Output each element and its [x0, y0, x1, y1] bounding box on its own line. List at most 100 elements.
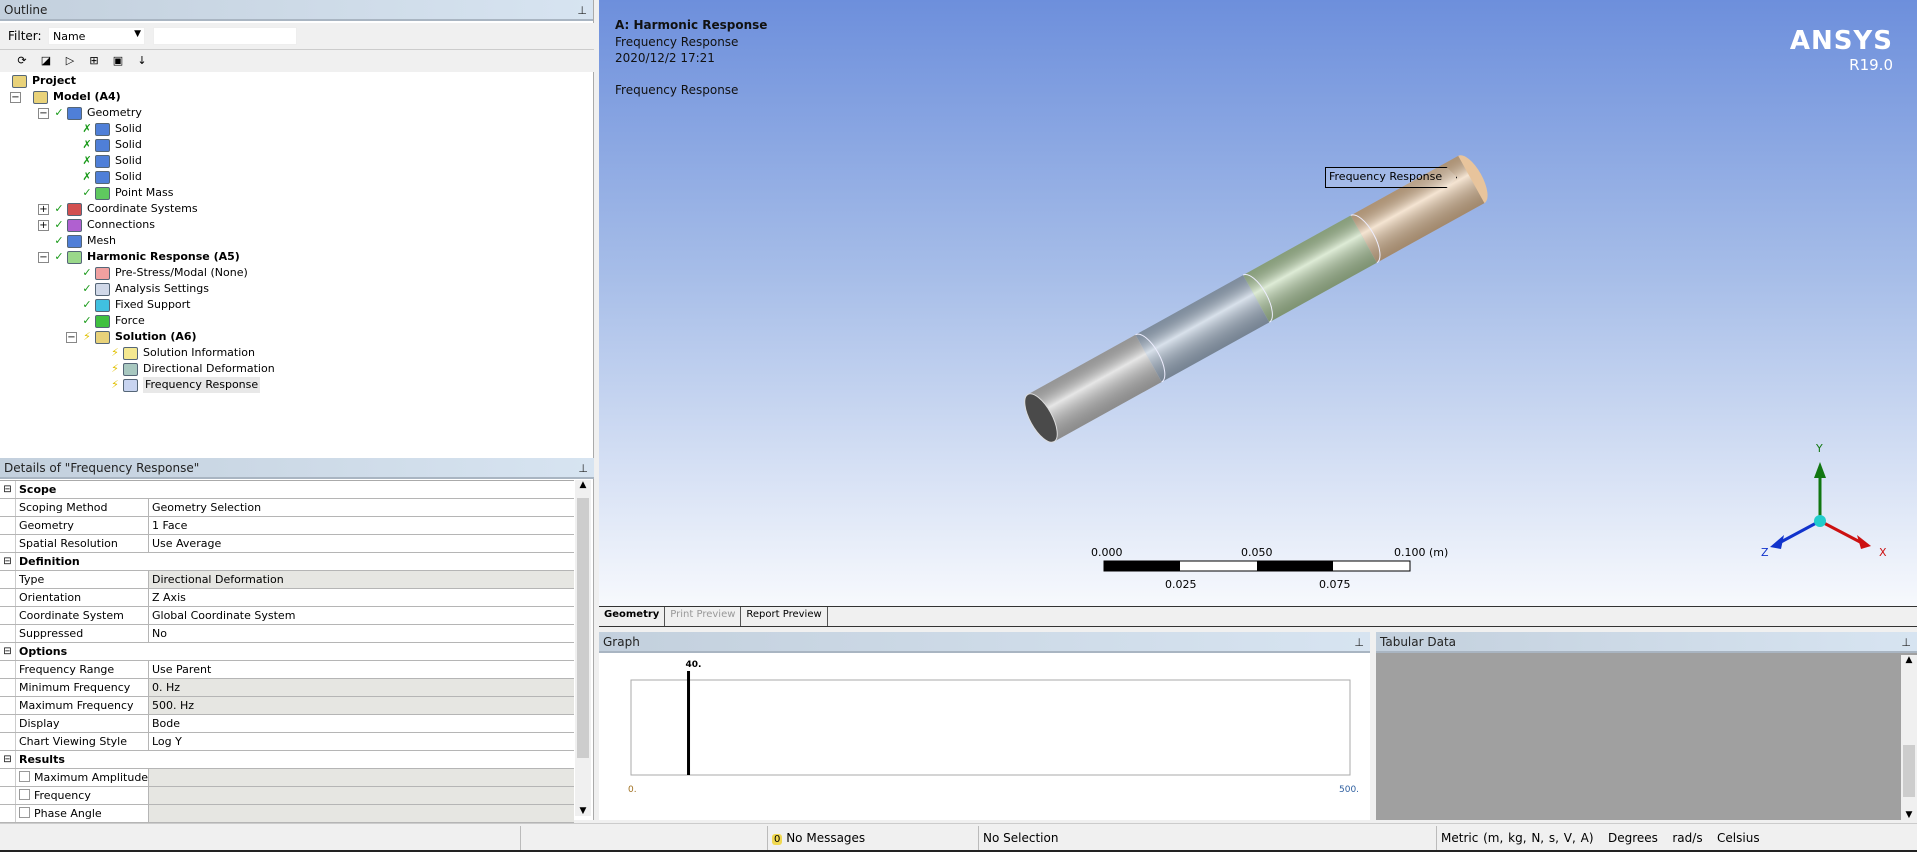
graph-chart[interactable]: 40. 0. 500.	[599, 632, 1370, 820]
details-row[interactable]: Maximum Amplitude	[0, 769, 574, 787]
axis-triad[interactable]: Y X Z	[1761, 442, 1887, 559]
property-value[interactable]	[149, 769, 574, 786]
expand-icon[interactable]: +	[38, 203, 49, 215]
property-value[interactable]: Geometry Selection	[149, 499, 574, 516]
filter-label: Filter:	[8, 29, 42, 43]
scrollbar-thumb[interactable]	[577, 498, 589, 758]
collapse-icon[interactable]: −	[38, 251, 49, 263]
property-value[interactable]: Global Coordinate System	[149, 607, 574, 624]
details-row[interactable]: Minimum Frequency 0. Hz	[0, 679, 574, 697]
scroll-down-icon[interactable]: ▼	[1901, 810, 1917, 820]
tree-item[interactable]: − ✓ Harmonic Response (A5)	[0, 249, 594, 265]
tree-item[interactable]: − ⚡ Solution (A6)	[0, 329, 594, 345]
status-messages[interactable]: 0 No Messages	[767, 826, 978, 850]
cylinder-body[interactable]	[1018, 151, 1494, 447]
tree-item[interactable]: ✗ Solid	[0, 137, 594, 153]
collapse-icon[interactable]: −	[66, 331, 77, 343]
details-row[interactable]: Frequency	[0, 787, 574, 805]
scroll-up-icon[interactable]: ▲	[1901, 655, 1917, 665]
parameter-checkbox[interactable]	[19, 771, 30, 782]
refresh-icon[interactable]: ⟳	[14, 53, 30, 69]
property-value[interactable]: 0. Hz	[149, 679, 574, 696]
eraser-icon[interactable]: ◪	[38, 53, 54, 69]
tree-item[interactable]: ⚡ Frequency Response	[0, 377, 594, 393]
property-name-text: Geometry	[19, 519, 74, 532]
filter-select[interactable]: Name ▼	[48, 27, 145, 45]
property-value[interactable]: Use Average	[149, 535, 574, 552]
tree-item[interactable]: ⚡ Solution Information	[0, 345, 594, 361]
filter-input[interactable]	[153, 27, 297, 45]
details-row[interactable]: Scoping Method Geometry Selection	[0, 499, 574, 517]
collapse-icon[interactable]: ⊟	[0, 553, 16, 570]
pin-icon[interactable]: ⊥	[578, 458, 588, 479]
details-row[interactable]: Display Bode	[0, 715, 574, 733]
details-row[interactable]: Suppressed No	[0, 625, 574, 643]
details-row[interactable]: Chart Viewing Style Log Y	[0, 733, 574, 751]
details-section[interactable]: ⊟ Scope	[0, 481, 574, 499]
tree-item[interactable]: ✗ Solid	[0, 169, 594, 185]
parameter-checkbox[interactable]	[19, 807, 30, 818]
details-row[interactable]: Coordinate System Global Coordinate Syste…	[0, 607, 574, 625]
scrollbar-thumb[interactable]	[1903, 745, 1915, 797]
property-value[interactable]: Log Y	[149, 733, 574, 750]
tree-item[interactable]: + ✓ Coordinate Systems	[0, 201, 594, 217]
tree-item[interactable]: ✓ Fixed Support	[0, 297, 594, 313]
tree-item[interactable]: ✗ Solid	[0, 121, 594, 137]
tree-item[interactable]: Project	[0, 73, 594, 89]
tree-item[interactable]: − ✓ Geometry	[0, 105, 594, 121]
tree-item[interactable]: ✓ Analysis Settings	[0, 281, 594, 297]
result-annotation[interactable]: Frequency Response	[1325, 167, 1458, 188]
property-value[interactable]	[149, 805, 574, 822]
tree-item[interactable]: ✓ Point Mass	[0, 185, 594, 201]
geometry-viewport[interactable]: A: Harmonic Response Frequency Response …	[599, 0, 1917, 606]
expand-icon[interactable]: +	[38, 219, 49, 231]
collapse-icon[interactable]: −	[38, 107, 49, 119]
property-value[interactable]: 500. Hz	[149, 697, 574, 714]
details-row[interactable]: Geometry 1 Face	[0, 517, 574, 535]
folder-icon[interactable]: ▣	[110, 53, 126, 69]
scroll-up-icon[interactable]: ▲	[575, 480, 591, 490]
tree-item[interactable]: + ✓ Connections	[0, 217, 594, 233]
collapse-icon[interactable]: −	[10, 91, 21, 103]
details-row[interactable]: Orientation Z Axis	[0, 589, 574, 607]
details-row[interactable]: Maximum Frequency 500. Hz	[0, 697, 574, 715]
tabular-scrollbar[interactable]: ▲ ▼	[1901, 655, 1917, 820]
tab-geometry[interactable]: Geometry	[599, 607, 666, 626]
details-section[interactable]: ⊟ Results	[0, 751, 574, 769]
property-value[interactable]: Use Parent	[149, 661, 574, 678]
property-value[interactable]: Directional Deformation	[149, 571, 574, 588]
details-row[interactable]: Phase Angle	[0, 805, 574, 823]
expand-all-icon[interactable]: ⊞	[86, 53, 102, 69]
collapse-icon[interactable]: ⊟	[0, 481, 16, 498]
details-section[interactable]: ⊟ Options	[0, 643, 574, 661]
details-scrollbar[interactable]: ▲ ▼	[575, 480, 591, 816]
tree-item[interactable]: ✓ Force	[0, 313, 594, 329]
details-row[interactable]: Spatial Resolution Use Average	[0, 535, 574, 553]
tree-item[interactable]: ✓ Pre-Stress/Modal (None)	[0, 265, 594, 281]
tab-print-preview[interactable]: Print Preview	[665, 607, 742, 626]
parameter-checkbox[interactable]	[19, 789, 30, 800]
tab-report-preview[interactable]: Report Preview	[741, 607, 828, 626]
property-value[interactable]: Bode	[149, 715, 574, 732]
coordinate-systems-icon	[67, 202, 82, 216]
pin-icon[interactable]: ⊥	[1901, 632, 1911, 653]
property-value[interactable]	[149, 787, 574, 804]
collapse-icon[interactable]: ⊟	[0, 751, 16, 768]
sort-az-icon[interactable]: ↓	[134, 53, 150, 69]
pin-icon[interactable]: ⊥	[577, 0, 587, 21]
tree-item[interactable]: ✓ Mesh	[0, 233, 594, 249]
tree-item[interactable]: − Model (A4)	[0, 89, 594, 105]
tree-item[interactable]: ⚡ Directional Deformation	[0, 361, 594, 377]
tree-expand-icon[interactable]: ▷	[62, 53, 78, 69]
tree-item[interactable]: ✗ Solid	[0, 153, 594, 169]
property-value[interactable]: Z Axis	[149, 589, 574, 606]
scale-label-bottom-1: 0.075	[1319, 578, 1351, 591]
collapse-icon[interactable]: ⊟	[0, 643, 16, 660]
property-value[interactable]: 1 Face	[149, 517, 574, 534]
details-row[interactable]: Frequency Range Use Parent	[0, 661, 574, 679]
scroll-down-icon[interactable]: ▼	[575, 806, 591, 816]
details-row[interactable]: Type Directional Deformation	[0, 571, 574, 589]
property-value[interactable]: No	[149, 625, 574, 642]
details-section[interactable]: ⊟ Definition	[0, 553, 574, 571]
status-units[interactable]: Metric (m, kg, N, s, V, A) Degrees rad/s…	[1436, 826, 1864, 850]
